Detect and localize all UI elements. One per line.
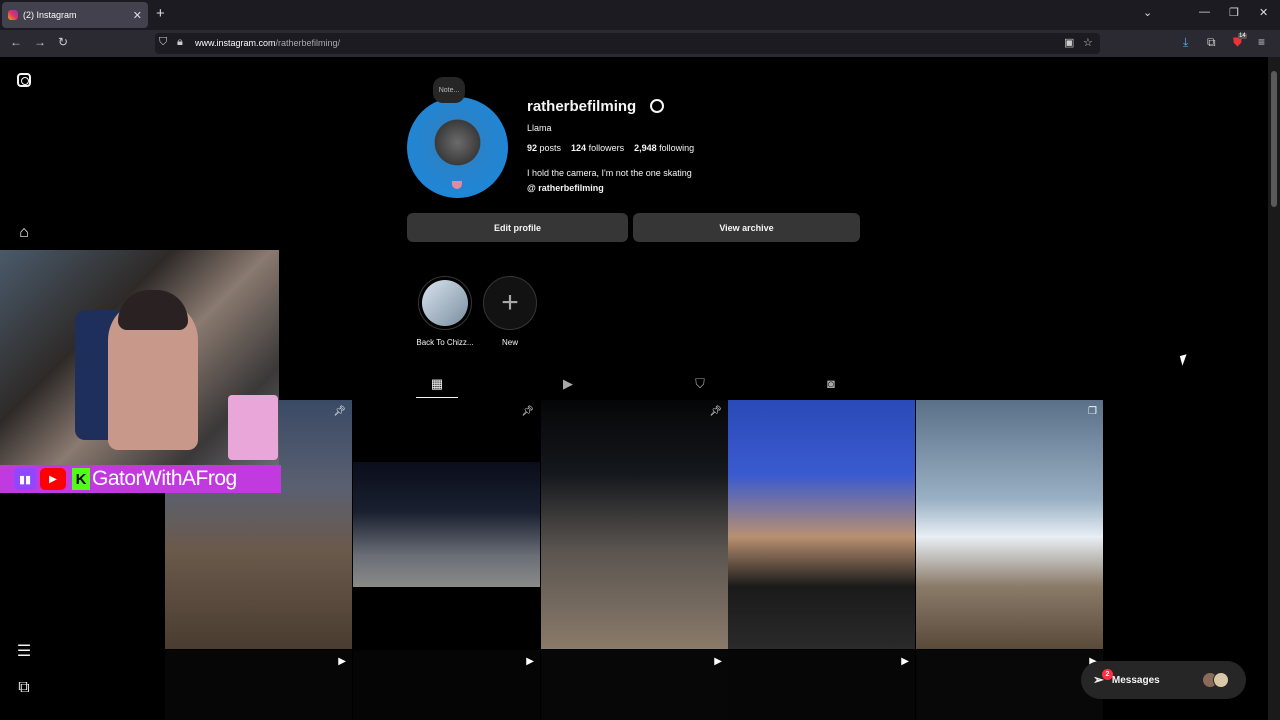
followers-stat[interactable]: 124 followers xyxy=(571,143,624,153)
url-text: www.instagram.com/ratherbefilming/ xyxy=(195,38,341,48)
highlight-label: Back To Chizz... xyxy=(416,338,474,347)
profile-full-name: Llama xyxy=(527,123,552,133)
profile-username: ratherbefilming xyxy=(527,98,637,115)
post-tile[interactable]: ▶ xyxy=(541,650,728,720)
following-stat[interactable]: 2,948 following xyxy=(634,143,694,153)
highlight-item[interactable] xyxy=(418,276,472,330)
kick-icon: K xyxy=(72,468,90,490)
scrollbar-thumb[interactable] xyxy=(1271,71,1277,207)
shield-icon[interactable]: ⛉ xyxy=(159,36,167,49)
browser-tab[interactable]: (2) Instagram ✕ xyxy=(2,2,148,28)
pinned-icon: 📌︎ xyxy=(333,406,346,417)
webcam-overlay xyxy=(0,250,279,465)
tab-saved-icon[interactable]: ⛉ xyxy=(692,376,708,392)
streamer-brand-banner: ▮▮ ▶ K GatorWithAFrog xyxy=(0,465,281,493)
list-all-tabs-icon[interactable]: ⌄ xyxy=(1143,6,1152,19)
post-tile[interactable]: 📌︎ xyxy=(541,400,728,649)
messages-label: Messages xyxy=(1111,674,1160,686)
new-tab-button[interactable]: + xyxy=(156,5,165,22)
streamer-name: GatorWithAFrog xyxy=(92,467,237,490)
new-highlight-button[interactable]: + xyxy=(483,276,537,330)
plus-icon: + xyxy=(501,286,519,319)
edit-profile-button[interactable]: Edit profile xyxy=(407,213,628,242)
youtube-icon: ▶ xyxy=(40,468,66,490)
post-tile[interactable]: ▶ xyxy=(353,650,540,720)
back-icon[interactable]: ← xyxy=(10,35,22,49)
active-tab-indicator xyxy=(416,397,458,398)
pinned-icon: 📌︎ xyxy=(709,406,722,417)
post-tile[interactable]: ▶ xyxy=(165,650,352,720)
post-tile[interactable]: ▶ xyxy=(916,650,1103,720)
close-tab-icon[interactable]: ✕ xyxy=(133,9,142,22)
close-window-icon[interactable]: ✕ xyxy=(1259,6,1268,19)
minimize-icon[interactable]: — xyxy=(1199,6,1210,18)
tab-reels-icon[interactable]: ▶ xyxy=(560,376,576,392)
forward-icon[interactable]: → xyxy=(34,35,46,49)
address-bar[interactable]: ⛉ 🔒︎ www.instagram.com/ratherbefilming/ … xyxy=(155,33,1100,54)
home-icon[interactable]: ⌂ xyxy=(14,223,34,243)
profile-bio: I hold the camera, I'm not the one skati… xyxy=(527,168,692,178)
reel-icon: ▶ xyxy=(901,656,909,667)
messages-badge: 2 xyxy=(1102,669,1113,680)
reload-icon[interactable]: ↻ xyxy=(58,35,68,49)
reader-view-icon[interactable]: ▣ xyxy=(1064,36,1074,49)
scrollbar[interactable] xyxy=(1268,57,1280,720)
threads-icon: @ xyxy=(527,183,536,193)
instagram-favicon-icon xyxy=(8,10,18,20)
note-bubble[interactable]: Note... xyxy=(433,77,465,103)
app-menu-icon[interactable]: ≡ xyxy=(1258,35,1265,49)
twitch-icon: ▮▮ xyxy=(14,468,36,490)
reel-icon: ▶ xyxy=(526,656,534,667)
post-tile[interactable]: ❐ xyxy=(916,400,1103,649)
downloads-icon[interactable]: ⤓ xyxy=(1183,35,1188,50)
tab-title: (2) Instagram xyxy=(23,10,77,20)
profile-stats: 92 posts 124 followers 2,948 following xyxy=(527,143,694,153)
post-thumbnail xyxy=(353,462,540,587)
streamer-hair xyxy=(118,290,188,330)
extensions-icon[interactable]: ⧉ xyxy=(1207,35,1216,50)
reel-icon: ▶ xyxy=(338,656,346,667)
carousel-icon: ❐ xyxy=(1088,406,1097,417)
reel-icon: ▶ xyxy=(714,656,722,667)
restore-icon[interactable]: ❐ xyxy=(1229,6,1239,19)
message-avatars xyxy=(1202,672,1232,688)
profile-avatar[interactable] xyxy=(407,97,508,198)
messages-button[interactable]: ➢ 2 Messages xyxy=(1081,661,1246,699)
keyboard xyxy=(228,395,278,460)
tab-tagged-icon[interactable]: ◙ xyxy=(823,376,839,392)
threads-link[interactable]: @ ratherbefilming xyxy=(527,183,604,193)
extensions-badge: 14 xyxy=(1238,33,1247,39)
post-tile[interactable]: ▶ xyxy=(728,650,915,720)
highlight-label-new: New xyxy=(501,338,518,347)
pinned-icon: 📌︎ xyxy=(521,406,534,417)
post-tile[interactable]: 📌︎ xyxy=(353,400,540,649)
more-menu-icon[interactable]: ☰ xyxy=(14,641,34,661)
bookmark-star-icon[interactable]: ☆ xyxy=(1083,36,1093,49)
view-archive-button[interactable]: View archive xyxy=(633,213,860,242)
settings-gear-icon[interactable] xyxy=(650,99,664,113)
also-from-meta-icon[interactable]: ⧉ xyxy=(14,678,34,698)
avatar xyxy=(1213,672,1229,688)
browser-tab-strip: (2) Instagram ✕ + ⌄ — ❐ ✕ xyxy=(0,0,1280,30)
tab-posts-grid-icon[interactable]: ▦ xyxy=(429,376,445,392)
browser-navbar: ← → ↻ ⛉ 🔒︎ www.instagram.com/ratherbefil… xyxy=(0,30,1280,57)
profile-tabs: ▦ ▶ ⛉ ◙ xyxy=(407,372,1103,400)
post-tile[interactable] xyxy=(728,400,915,649)
posts-stat: 92 posts xyxy=(527,143,562,153)
avatar-tongue xyxy=(452,181,462,189)
lock-icon[interactable]: 🔒︎ xyxy=(177,36,183,49)
instagram-logo-icon[interactable] xyxy=(17,73,31,87)
